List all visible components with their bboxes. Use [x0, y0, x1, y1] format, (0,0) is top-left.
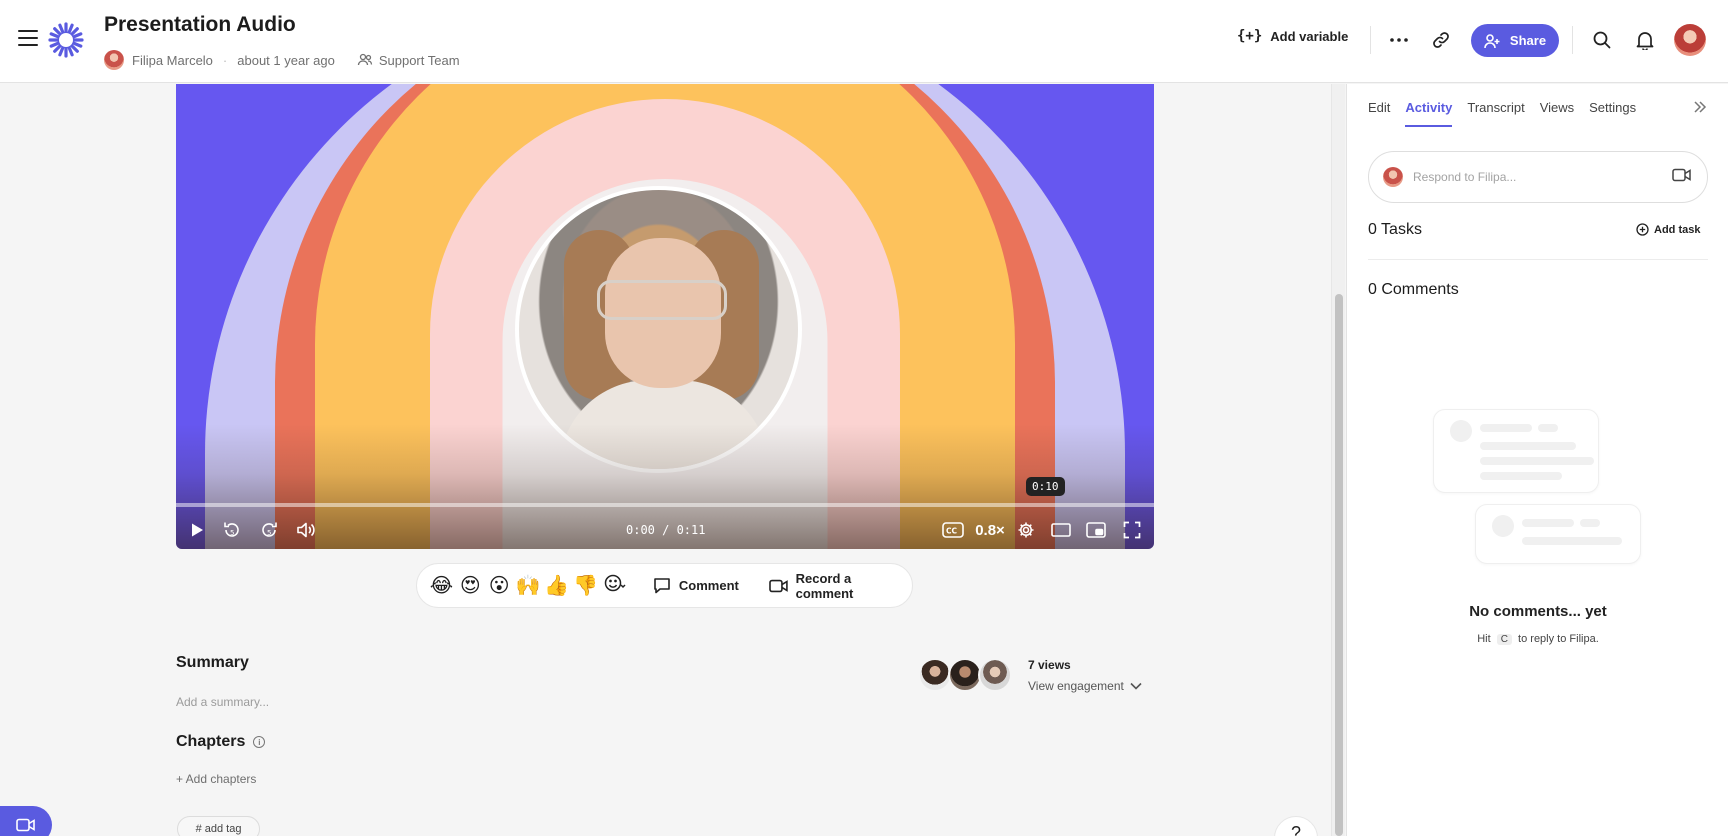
summary-input[interactable]: Add a summary... — [176, 695, 269, 709]
tab-activity[interactable]: Activity — [1405, 100, 1453, 127]
captions-icon[interactable]: CC — [941, 517, 965, 543]
empty-comments-hint: Hit C to reply to Filipa. — [1477, 633, 1599, 645]
hover-time-tooltip: 0:10 — [1026, 477, 1065, 496]
author-name[interactable]: Filipa Marcelo — [132, 53, 213, 68]
tab-edit[interactable]: Edit — [1368, 100, 1390, 127]
rewind-5-icon[interactable]: 5 — [220, 517, 244, 543]
progress-bar[interactable] — [176, 503, 1154, 507]
tab-views[interactable]: Views — [1540, 100, 1574, 127]
svg-text:CC: CC — [946, 527, 958, 536]
search-icon[interactable] — [1587, 25, 1617, 55]
comments-heading: 0 Comments — [1368, 281, 1459, 298]
empty-comments-illustration — [1433, 409, 1645, 569]
keyboard-shortcut-key: C — [1496, 634, 1512, 645]
video-reply-icon[interactable] — [1672, 168, 1691, 182]
empty-comments-title: No comments... yet — [1469, 603, 1607, 620]
space-name[interactable]: Support Team — [379, 53, 460, 68]
share-button[interactable]: Share — [1471, 24, 1559, 57]
tab-settings[interactable]: Settings — [1589, 100, 1636, 127]
emoji-thumbs-up[interactable]: 👍 — [542, 573, 571, 598]
respond-avatar — [1383, 167, 1403, 187]
view-engagement-dropdown[interactable]: View engagement — [1028, 679, 1142, 693]
tasks-heading: 0 Tasks — [1368, 221, 1422, 238]
viewer-avatar — [918, 658, 952, 692]
loom-logo-icon[interactable] — [48, 22, 84, 58]
video-meta: Filipa Marcelo · about 1 year ago Suppor… — [104, 50, 460, 70]
menu-icon[interactable] — [18, 30, 38, 46]
variable-icon: {+} — [1237, 28, 1263, 44]
playback-speed[interactable]: 0.8× — [973, 517, 1007, 543]
help-button[interactable]: ? — [1274, 816, 1318, 836]
add-variable-label: Add variable — [1270, 28, 1349, 44]
respond-box — [1368, 151, 1708, 203]
video-title[interactable]: Presentation Audio — [104, 13, 296, 37]
bell-icon[interactable] — [1630, 25, 1660, 55]
chapters-heading: Chapters i — [176, 733, 266, 751]
top-header: Presentation Audio Filipa Marcelo · abou… — [0, 0, 1728, 83]
record-comment-label: Record a comment — [795, 570, 854, 601]
comment-icon — [654, 578, 670, 594]
view-engagement-label: View engagement — [1028, 679, 1124, 693]
video-player[interactable]: 0:10 5 5 0:00 / 0:11 CC 0.8× — [176, 84, 1154, 549]
views-count: 7 views — [1028, 658, 1071, 672]
more-options-icon[interactable] — [1384, 25, 1414, 55]
viewer-avatars[interactable] — [918, 658, 1012, 692]
player-controls: 5 5 0:00 / 0:11 CC 0.8× — [176, 513, 1154, 549]
panel-divider — [1368, 259, 1708, 260]
header-divider — [1370, 26, 1371, 54]
user-avatar[interactable] — [1674, 24, 1706, 56]
svg-text:5: 5 — [267, 529, 271, 537]
share-people-icon — [1484, 33, 1500, 48]
theater-mode-icon[interactable] — [1049, 517, 1073, 543]
add-chapters-button[interactable]: + Add chapters — [176, 772, 256, 786]
fullscreen-icon[interactable] — [1120, 517, 1144, 543]
chevron-down-icon — [1130, 682, 1142, 690]
video-camera-icon — [16, 818, 35, 832]
viewer-avatar — [978, 658, 1012, 692]
scrollbar-thumb[interactable] — [1335, 294, 1343, 836]
viewer-avatar — [948, 658, 982, 692]
add-task-button[interactable]: Add task — [1636, 223, 1700, 236]
summary-heading: Summary — [176, 654, 249, 671]
video-camera-icon — [768, 579, 788, 592]
share-label: Share — [1509, 33, 1547, 48]
record-comment-button[interactable]: Record a comment — [768, 570, 912, 601]
record-video-fab[interactable] — [0, 806, 52, 836]
picture-in-picture-icon[interactable] — [1084, 517, 1108, 543]
activity-panel: Edit Activity Transcript Views Settings … — [1346, 84, 1728, 836]
meta-separator: · — [222, 52, 228, 68]
emoji-picker-icon[interactable] — [600, 573, 629, 599]
add-task-label: Add task — [1654, 223, 1701, 236]
header-divider — [1572, 26, 1573, 54]
info-icon[interactable]: i — [253, 736, 266, 748]
respond-input[interactable] — [1413, 170, 1653, 184]
emoji-laughing[interactable]: 😂 — [427, 573, 456, 598]
team-icon — [357, 53, 372, 66]
play-icon[interactable] — [186, 517, 208, 543]
emoji-heart-eyes[interactable]: 😍 — [456, 573, 485, 598]
forward-5-icon[interactable]: 5 — [257, 517, 281, 543]
add-tag-button[interactable]: # add tag — [177, 816, 260, 836]
comment-button[interactable]: Comment — [653, 577, 739, 594]
time-display: 0:00 / 0:11 — [626, 523, 706, 537]
emoji-surprised[interactable]: 😮 — [485, 573, 514, 598]
tab-transcript[interactable]: Transcript — [1467, 100, 1524, 127]
settings-gear-icon[interactable] — [1014, 517, 1038, 543]
collapse-panel-icon[interactable] — [1693, 100, 1707, 116]
copy-link-icon[interactable] — [1426, 25, 1456, 55]
main-scrollbar[interactable] — [1331, 84, 1345, 836]
volume-icon[interactable] — [294, 517, 318, 543]
comment-label: Comment — [678, 578, 739, 593]
add-variable-button[interactable]: {+} Add variable — [1237, 28, 1348, 44]
chapters-label: Chapters — [176, 733, 246, 750]
svg-text:5: 5 — [230, 529, 234, 537]
emoji-thumbs-down[interactable]: 👎 — [571, 573, 600, 598]
created-time: about 1 year ago — [237, 52, 335, 68]
author-avatar — [104, 50, 124, 70]
plus-circle-icon — [1636, 223, 1649, 236]
emoji-raised-hands[interactable]: 🙌 — [514, 573, 543, 598]
panel-tabs: Edit Activity Transcript Views Settings — [1368, 100, 1636, 127]
reaction-bar: 😂 😍 😮 🙌 👍 👎 Comment Record a comment — [416, 563, 913, 608]
